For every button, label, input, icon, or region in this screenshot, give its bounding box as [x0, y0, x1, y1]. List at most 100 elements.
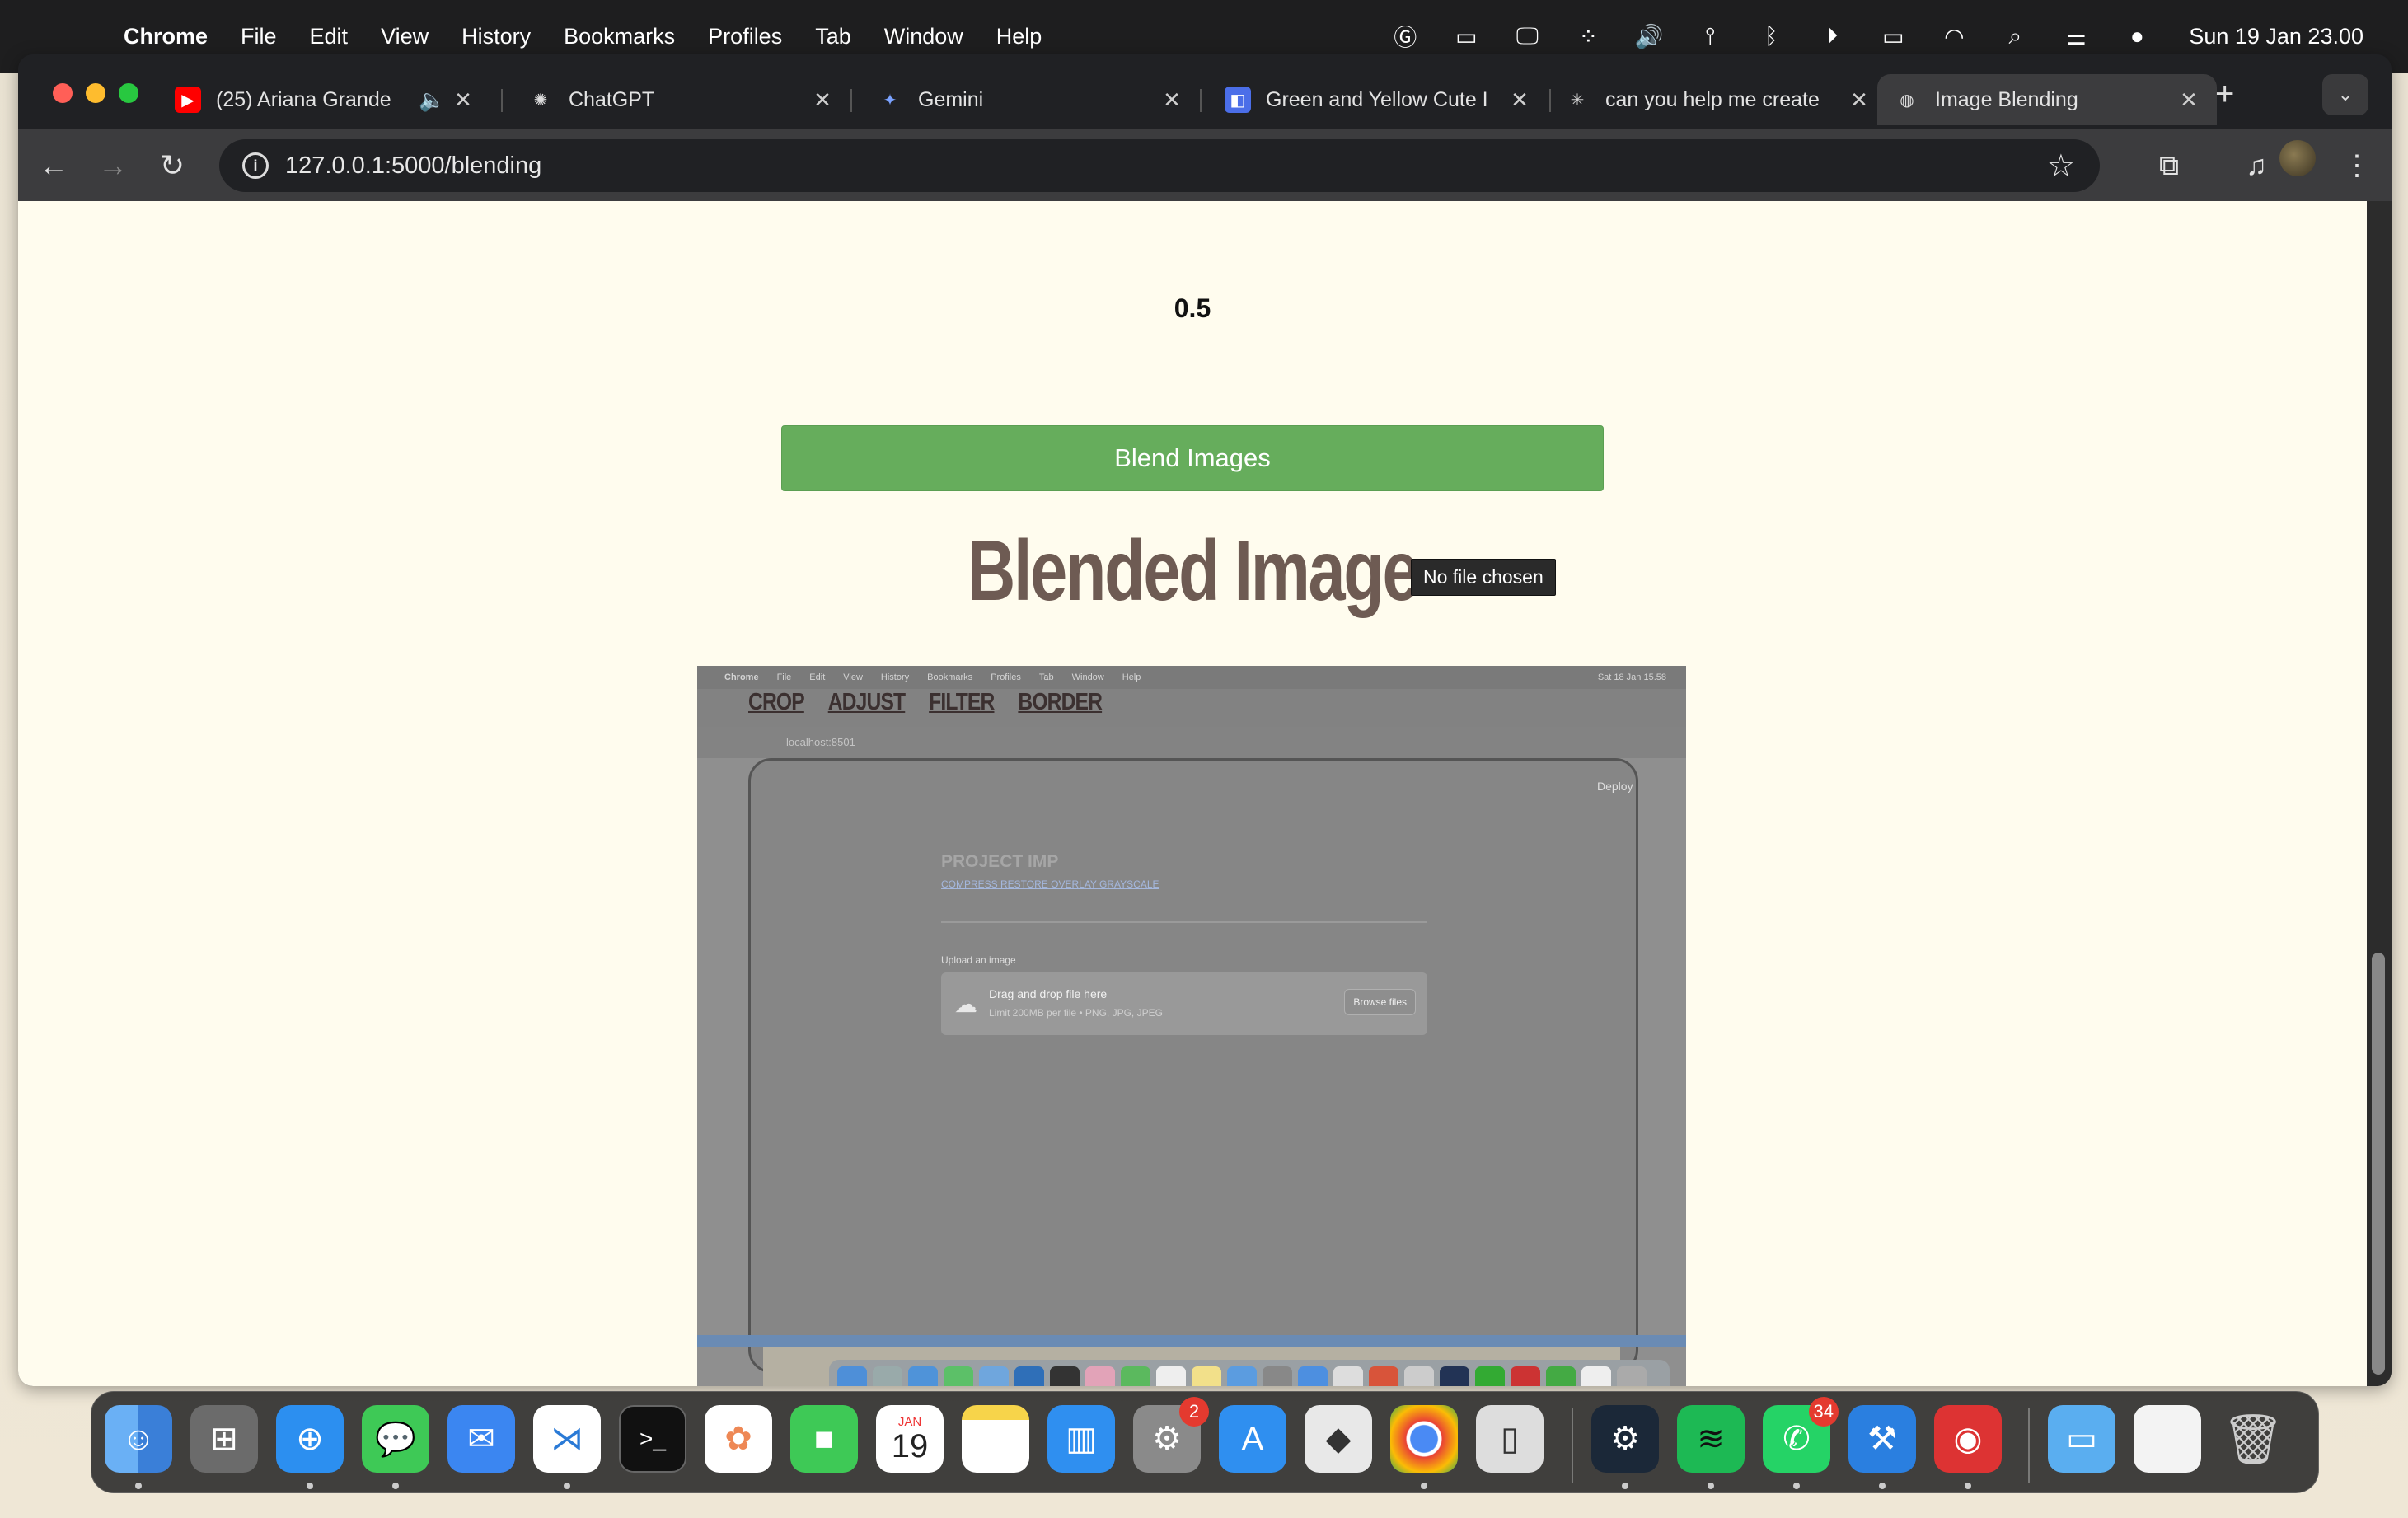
profile-avatar[interactable]: [2279, 140, 2316, 176]
close-tab-icon[interactable]: ✕: [1508, 87, 1531, 113]
tab-search-chevron-icon[interactable]: ⌄: [2322, 74, 2368, 115]
system-settings-icon[interactable]: ⚙ 2: [1133, 1397, 1209, 1473]
control-center-icon[interactable]: ⚌: [2045, 23, 2106, 50]
menu-tab[interactable]: Tab: [799, 24, 868, 49]
forward-arrow-icon[interactable]: →: [92, 145, 134, 186]
tab-image-blending[interactable]: ◍ Image Blending ✕: [1877, 74, 2217, 125]
blended-image-menubar: Chrome File Edit View History Bookmarks …: [697, 666, 1686, 689]
app-store-icon[interactable]: A: [1219, 1405, 1286, 1473]
screen-share-icon[interactable]: ▭: [1436, 23, 1497, 50]
chrome-menu-icon[interactable]: ⋮: [2335, 145, 2378, 186]
menubar-clock[interactable]: Sun 19 Jan 23.00: [2189, 24, 2363, 49]
menubar-menus: Chrome File Edit View History Bookmarks …: [107, 24, 1058, 49]
image-project-title: PROJECT IMP: [941, 852, 1059, 871]
messages-icon[interactable]: 💬: [362, 1405, 429, 1473]
nav-link-adjust: ADJUST: [827, 689, 906, 715]
activity-icon[interactable]: ⁘: [1558, 23, 1619, 50]
menu-help[interactable]: Help: [980, 24, 1059, 49]
nav-link-filter: FILTER: [929, 689, 995, 715]
tab-canva[interactable]: ◧ Green and Yellow Cute I ✕: [1208, 74, 1548, 125]
xcode-icon[interactable]: ⚒: [1848, 1405, 1916, 1473]
image-dock: [829, 1360, 1670, 1386]
youtube-icon: ▶: [175, 87, 201, 113]
back-arrow-icon[interactable]: ←: [33, 145, 74, 186]
site-info-icon[interactable]: i: [242, 152, 269, 179]
spotify-icon[interactable]: ≋: [1677, 1405, 1745, 1473]
photos-icon[interactable]: ✿: [705, 1405, 772, 1473]
wifi-icon[interactable]: ◠: [1923, 23, 1984, 50]
reload-icon[interactable]: ↻: [152, 145, 193, 186]
whatsapp-icon[interactable]: ✆ 34: [1763, 1397, 1839, 1473]
tab-gemini[interactable]: ✦ Gemini ✕: [860, 74, 1200, 125]
close-tab-icon[interactable]: ✕: [1848, 87, 1871, 113]
tab-divider: [850, 89, 852, 112]
tab-audio-icon[interactable]: 🔈: [419, 87, 445, 113]
safari-icon[interactable]: ⊕: [276, 1405, 344, 1473]
menu-window[interactable]: Window: [868, 24, 980, 49]
display-icon[interactable]: 🖵: [1497, 23, 1558, 50]
blend-images-button[interactable]: Blend Images: [781, 425, 1604, 491]
scrollbar-thumb[interactable]: [2372, 953, 2385, 1375]
launchpad-icon[interactable]: ⊞: [190, 1405, 258, 1473]
grammarly-icon[interactable]: Ⓖ: [1375, 20, 1436, 53]
recent-window-icon[interactable]: [2134, 1405, 2201, 1473]
menu-edit[interactable]: Edit: [293, 24, 365, 49]
tab-strip: ▶ (25) Ariana Grande 🔈 ✕ ✺ ChatGPT ✕ ✦ G…: [18, 54, 2392, 129]
trash-icon[interactable]: 🗑: [2219, 1405, 2287, 1473]
spotlight-search-icon[interactable]: ⌕: [1984, 23, 2045, 50]
calendar-icon[interactable]: JAN 19: [876, 1405, 944, 1473]
minimize-window-button[interactable]: [86, 83, 105, 103]
menu-file[interactable]: File: [224, 24, 293, 49]
tab-title: Gemini: [918, 87, 984, 111]
close-window-button[interactable]: [53, 83, 73, 103]
bookmark-star-icon[interactable]: ☆: [2047, 148, 2075, 185]
running-indicator: [1622, 1483, 1628, 1489]
steam-icon[interactable]: ⚙: [1591, 1405, 1659, 1473]
extensions-puzzle-icon[interactable]: ⧉: [2148, 145, 2190, 186]
menu-history[interactable]: History: [445, 24, 547, 49]
new-tab-button[interactable]: +: [2215, 76, 2234, 113]
zoom-window-button[interactable]: [119, 83, 138, 103]
tuning-fork-icon[interactable]: ⫯: [1680, 23, 1740, 50]
menu-bookmarks[interactable]: Bookmarks: [547, 24, 691, 49]
facetime-icon[interactable]: ■: [790, 1405, 858, 1473]
menu-view[interactable]: View: [364, 24, 445, 49]
address-url[interactable]: 127.0.0.1:5000/blending: [285, 152, 541, 180]
chrome-icon[interactable]: [1390, 1405, 1458, 1473]
close-tab-icon[interactable]: ✕: [2177, 87, 2200, 113]
tab-perplexity[interactable]: ✳ can you help me create ✕: [1548, 74, 1887, 125]
menu-app-name[interactable]: Chrome: [107, 24, 224, 49]
image-menu-item: Tab: [1038, 672, 1054, 682]
mail-icon[interactable]: ✉: [447, 1405, 515, 1473]
finder-icon[interactable]: ☺: [105, 1405, 172, 1473]
page-scrollbar[interactable]: [2367, 201, 2392, 1386]
downloads-folder-icon[interactable]: ▭: [2048, 1405, 2115, 1473]
media-controls-icon[interactable]: ♫: [2235, 145, 2278, 186]
battery-icon[interactable]: ▭: [1862, 23, 1923, 50]
tab-youtube[interactable]: ▶ (25) Ariana Grande 🔈 ✕: [158, 74, 491, 125]
volume-icon[interactable]: 🔊: [1619, 23, 1680, 50]
keynote-icon[interactable]: ▥: [1047, 1405, 1115, 1473]
image-menu-item: Edit: [809, 672, 826, 682]
menu-profiles[interactable]: Profiles: [691, 24, 799, 49]
vscode-icon[interactable]: ⋊: [533, 1405, 601, 1473]
close-tab-icon[interactable]: ✕: [1160, 87, 1183, 113]
address-bar[interactable]: i 127.0.0.1:5000/blending ☆: [219, 139, 2100, 192]
macos-dock: ☺ ⊞ ⊕ 💬 ✉ ⋊ >_ ✿ ■ JAN 19 ▥ ⚙ 2 A ◆ ▯ ⚙ …: [91, 1391, 2319, 1493]
notes-icon[interactable]: [962, 1405, 1029, 1473]
tab-title: Image Blending: [1935, 87, 2078, 111]
close-tab-icon[interactable]: ✕: [811, 87, 834, 113]
terminal-icon[interactable]: >_: [619, 1405, 686, 1473]
image-menu-item: File: [776, 672, 792, 682]
perplexity-icon: ✳: [1570, 91, 1585, 110]
play-icon[interactable]: ⏵: [1801, 23, 1862, 50]
roblox-icon[interactable]: ◆: [1305, 1405, 1372, 1473]
siri-icon[interactable]: ●: [2106, 23, 2167, 49]
image-sub-links: COMPRESS RESTORE OVERLAY GRAYSCALE: [941, 878, 1159, 890]
bluetooth-icon[interactable]: ᛒ: [1740, 23, 1801, 49]
running-indicator: [1879, 1483, 1886, 1489]
tab-chatgpt[interactable]: ✺ ChatGPT ✕: [511, 74, 850, 125]
close-tab-icon[interactable]: ✕: [452, 87, 475, 113]
photo-booth-icon[interactable]: ◉: [1934, 1405, 2002, 1473]
iphone-mirroring-icon[interactable]: ▯: [1476, 1405, 1544, 1473]
